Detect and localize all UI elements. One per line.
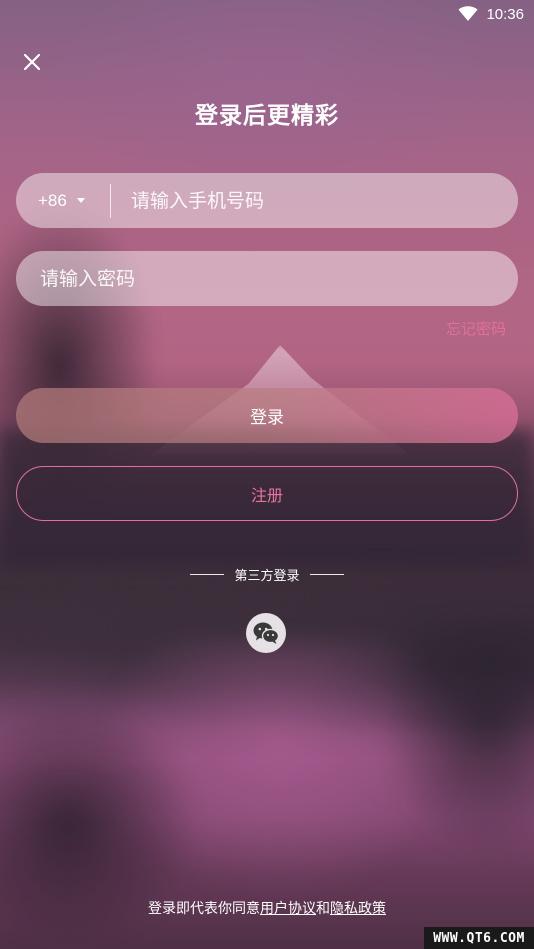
- agreement-prefix: 登录即代表你同意: [148, 901, 260, 917]
- phone-field: +86: [16, 173, 518, 228]
- agreement-conjunction: 和: [316, 901, 330, 917]
- third-party-label: 第三方登录: [234, 569, 300, 584]
- register-button[interactable]: 注册: [16, 466, 518, 521]
- close-icon: [23, 53, 41, 71]
- agreement-text: 登录即代表你同意用户协议和隐私政策: [0, 898, 534, 918]
- login-button[interactable]: 登录: [16, 388, 518, 443]
- status-bar: 10:36: [0, 0, 534, 28]
- wifi-icon: [458, 6, 478, 21]
- divider-line-right: [309, 574, 344, 575]
- country-code-value: +86: [38, 190, 67, 210]
- status-time: 10:36: [486, 5, 524, 23]
- wechat-login-button[interactable]: [246, 613, 286, 653]
- privacy-policy-link[interactable]: 隐私政策: [330, 901, 386, 917]
- phone-input[interactable]: [111, 173, 518, 228]
- third-party-divider: 第三方登录: [0, 565, 534, 584]
- divider-line-left: [190, 574, 225, 575]
- user-agreement-link[interactable]: 用户协议: [260, 901, 316, 917]
- password-input[interactable]: [16, 251, 518, 306]
- country-code-selector[interactable]: +86: [16, 173, 110, 228]
- page-title: 登录后更精彩: [195, 103, 339, 129]
- password-field: [16, 251, 518, 306]
- forgot-password-link[interactable]: 忘记密码: [446, 318, 506, 339]
- wechat-icon: [253, 622, 280, 644]
- close-button[interactable]: [16, 46, 48, 78]
- caret-down-icon: [76, 198, 85, 203]
- watermark: WWW.QT6.COM: [424, 927, 534, 949]
